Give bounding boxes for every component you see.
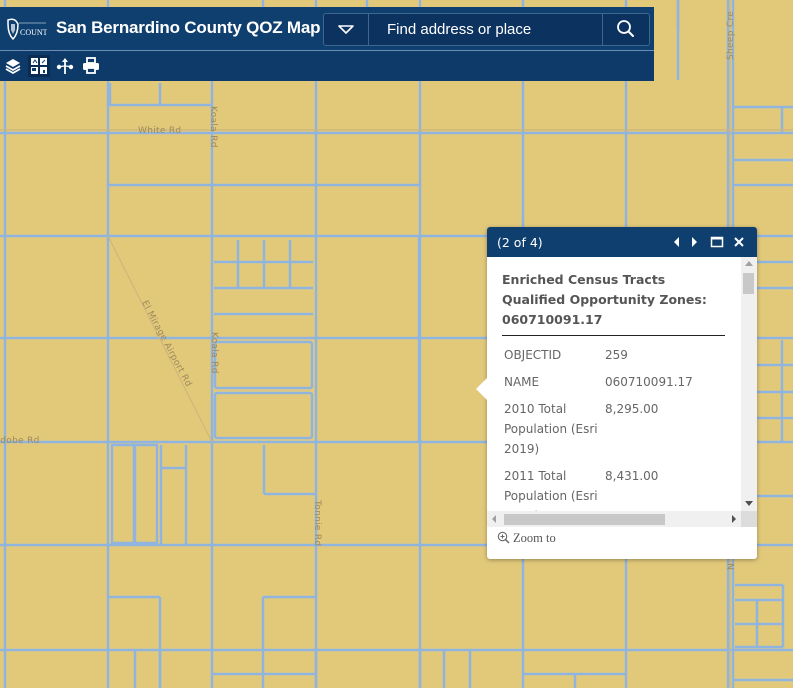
layers-icon xyxy=(5,59,21,75)
close-icon xyxy=(734,237,744,247)
attribute-name: OBJECTID xyxy=(504,348,562,362)
search-input[interactable] xyxy=(369,14,603,45)
attribute-value: 259 xyxy=(605,348,628,362)
svg-text:COUNTY: COUNTY xyxy=(20,28,47,37)
search-icon xyxy=(617,20,634,37)
county-logo: COUNTY xyxy=(7,18,47,41)
scrollbar-thumb[interactable] xyxy=(743,273,754,294)
share-icon xyxy=(56,58,74,74)
zoom-in-icon xyxy=(497,531,510,544)
attribute-name: NAME xyxy=(504,375,540,389)
popup-horizontal-scrollbar[interactable] xyxy=(487,511,741,527)
popup-feature-count: (2 of 4) xyxy=(497,235,543,250)
scroll-down-arrow-icon[interactable] xyxy=(745,501,753,506)
road-label-white-rd: White Rd xyxy=(138,126,182,136)
popup-maximize-button[interactable] xyxy=(710,234,724,250)
popup-pointer xyxy=(476,378,487,400)
feature-popup: (2 of 4) Enriched Census Tracts Qualifie… xyxy=(476,227,757,559)
chevron-down-icon xyxy=(338,25,354,34)
search-button[interactable] xyxy=(602,14,649,45)
share-button[interactable] xyxy=(54,55,76,77)
popup-previous-button[interactable] xyxy=(670,234,684,250)
popup-vertical-scrollbar[interactable] xyxy=(741,257,757,511)
basemap-gallery-button[interactable] xyxy=(28,55,50,77)
zoom-to-label: Zoom to xyxy=(513,531,556,545)
attribute-name: 2011 Total Population (Esri 2019) xyxy=(504,469,598,511)
attribute-name: 2010 Total Population (Esri 2019) xyxy=(504,402,598,456)
print-button[interactable] xyxy=(80,55,102,77)
scroll-left-arrow-icon[interactable] xyxy=(492,515,496,523)
layers-button[interactable] xyxy=(2,55,24,77)
scroll-up-arrow-icon[interactable] xyxy=(745,261,753,266)
app-header: COUNTY San Bernardino County QOZ Map xyxy=(0,7,654,51)
search-widget xyxy=(323,13,650,46)
popup-divider xyxy=(502,335,725,336)
attribute-value: 060710091.17 xyxy=(605,375,693,389)
road-label-tonnie-rd: Tonnie Rd xyxy=(312,500,322,547)
scrollbar-corner xyxy=(741,511,757,527)
popup-content: Enriched Census Tracts Qualified Opportu… xyxy=(487,257,741,511)
attribute-value: 8,295.00 xyxy=(605,402,659,416)
popup-header: (2 of 4) xyxy=(487,227,757,257)
popup-title: Enriched Census Tracts Qualified Opportu… xyxy=(502,272,707,327)
app-title: San Bernardino County QOZ Map xyxy=(56,18,321,37)
road-label-sheep-creek-rd: Sheep Cre xyxy=(726,10,736,60)
maximize-icon xyxy=(710,236,724,248)
popup-next-button[interactable] xyxy=(687,234,701,250)
scrollbar-thumb[interactable] xyxy=(504,514,665,525)
popup-close-button[interactable] xyxy=(732,234,746,250)
road-label-koala-rd-2: Koala Rd xyxy=(209,332,219,374)
caret-right-icon xyxy=(692,237,697,247)
search-source-dropdown[interactable] xyxy=(324,14,369,45)
print-icon xyxy=(83,57,99,74)
road-label-adobe-rd: Adobe Rd xyxy=(0,436,40,446)
caret-left-icon xyxy=(674,237,679,247)
road-label-n: N xyxy=(727,562,737,570)
toolbar xyxy=(0,51,654,81)
zoom-to-link[interactable]: Zoom to xyxy=(497,531,556,546)
road-label-koala-rd: Koala Rd xyxy=(208,106,218,148)
scroll-right-arrow-icon[interactable] xyxy=(732,515,736,523)
attribute-value: 8,431.00 xyxy=(605,469,659,483)
basemap-gallery-icon xyxy=(31,58,47,74)
